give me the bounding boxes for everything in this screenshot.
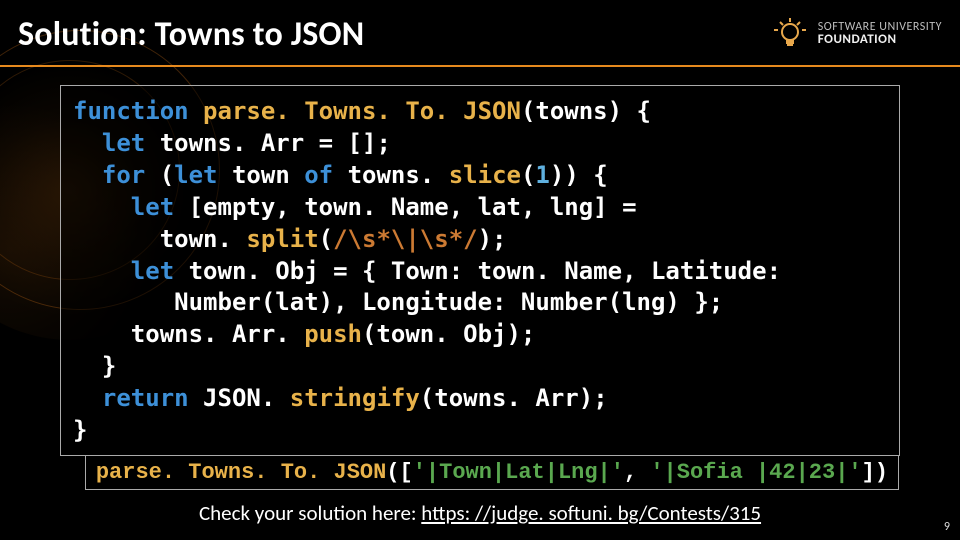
- code-text: towns. Arr = [];: [145, 129, 391, 157]
- method-name: push: [304, 320, 362, 348]
- function-name: parse. Towns. To. JSON: [189, 97, 521, 125]
- keyword-function: function: [73, 97, 189, 125]
- code-text: ,: [624, 460, 650, 485]
- code-text: (: [319, 225, 333, 253]
- slide-title: Solution: Towns to JSON: [18, 14, 364, 55]
- code-line: Number(lat), Longitude: Number(lng) };: [73, 287, 887, 319]
- keyword-let: let: [73, 257, 174, 285]
- code-text: town.: [73, 225, 246, 253]
- code-line: let town. Obj = { Town: town. Name, Lati…: [73, 256, 887, 288]
- number-literal: 1: [535, 161, 549, 189]
- code-text: town. Obj = { Town: town. Name, Latitude…: [174, 257, 781, 285]
- footer-label: Check your solution here:: [199, 500, 421, 526]
- code-line: let [empty, town. Name, lat, lng] =: [73, 192, 887, 224]
- string-literal: '|Sofia |42|23|': [650, 460, 861, 485]
- string-literal: '|Town|Lat|Lng|': [413, 460, 624, 485]
- code-text: ]): [862, 460, 888, 485]
- code-text: towns.: [333, 161, 449, 189]
- logo: SOFTWARE UNIVERSITY FOUNDATION: [772, 16, 942, 52]
- code-block-call: parse. Towns. To. JSON(['|Town|Lat|Lng|'…: [85, 455, 899, 490]
- code-text: town: [218, 161, 305, 189]
- code-line: function parse. Towns. To. JSON(towns) {: [73, 96, 887, 128]
- code-text: (: [521, 161, 535, 189]
- code-line: towns. Arr. push(town. Obj);: [73, 319, 887, 351]
- code-text: Number(lat), Longitude: Number(lng) };: [73, 288, 723, 316]
- code-line: for (let town of towns. slice(1)) {: [73, 160, 887, 192]
- code-line: }: [73, 351, 887, 383]
- keyword-let: let: [73, 193, 174, 221]
- regex-literal: /\s*\|\s*/: [333, 225, 478, 253]
- function-name: parse. Towns. To. JSON: [96, 460, 386, 485]
- lightbulb-icon: [772, 16, 808, 52]
- code-block-main: function parse. Towns. To. JSON(towns) {…: [60, 85, 900, 456]
- code-text: (towns. Arr);: [420, 384, 608, 412]
- logo-text: SOFTWARE UNIVERSITY FOUNDATION: [818, 21, 942, 47]
- code-text: ([: [386, 460, 412, 485]
- page-number: 9: [944, 520, 950, 534]
- code-line: let towns. Arr = [];: [73, 128, 887, 160]
- code-text: (town. Obj);: [362, 320, 535, 348]
- method-name: stringify: [290, 384, 420, 412]
- keyword-of: of: [304, 161, 333, 189]
- code-text: [empty, town. Name, lat, lng] =: [174, 193, 636, 221]
- footer-link[interactable]: https: //judge. softuni. bg/Contests/315: [421, 500, 761, 526]
- keyword-let: let: [174, 161, 217, 189]
- code-line: }: [73, 415, 887, 447]
- code-text: (towns) {: [521, 97, 651, 125]
- code-text: )) {: [550, 161, 608, 189]
- code-line: return JSON. stringify(towns. Arr);: [73, 383, 887, 415]
- code-text: }: [73, 416, 87, 444]
- footer-note: Check your solution here: https: //judge…: [0, 500, 960, 526]
- code-text: JSON.: [189, 384, 290, 412]
- code-text: towns. Arr.: [73, 320, 304, 348]
- code-text: (: [145, 161, 174, 189]
- code-line: town. split(/\s*\|\s*/);: [73, 224, 887, 256]
- slide-header: Solution: Towns to JSON SOFTWARE UNIVERS…: [0, 0, 960, 65]
- code-text: );: [478, 225, 507, 253]
- logo-line2: FOUNDATION: [818, 33, 942, 47]
- code-text: }: [73, 352, 116, 380]
- method-name: split: [246, 225, 318, 253]
- keyword-for: for: [73, 161, 145, 189]
- slide-content: function parse. Towns. To. JSON(towns) {…: [0, 67, 960, 456]
- keyword-return: return: [73, 384, 189, 412]
- keyword-let: let: [73, 129, 145, 157]
- method-name: slice: [449, 161, 521, 189]
